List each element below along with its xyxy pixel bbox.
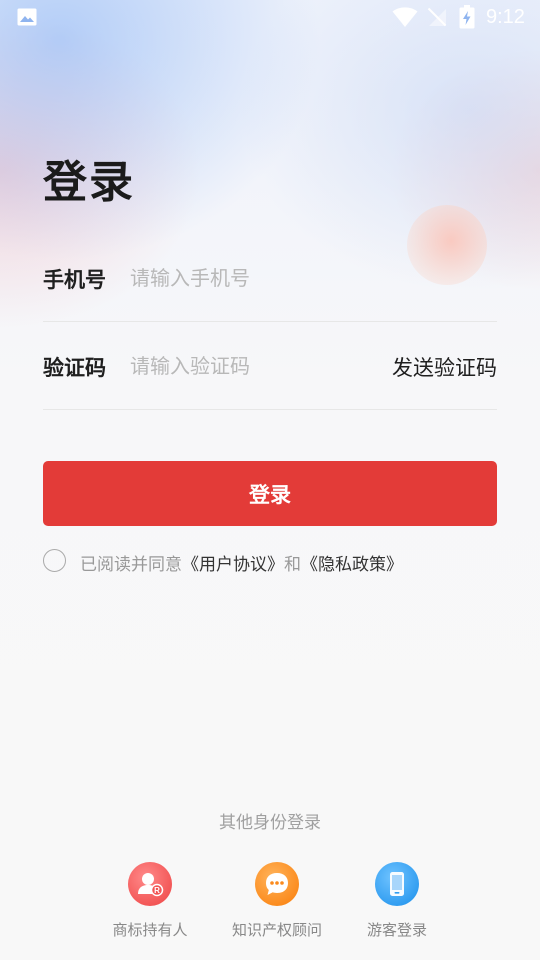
trademark-holder-icon: R [128,862,172,906]
method-label: 游客登录 [366,921,427,939]
chat-bubble-icon [255,862,299,906]
wifi-icon [392,7,418,27]
privacy-policy-link[interactable]: 《隐私政策》 [301,555,403,575]
login-method-ip-consultant[interactable]: 知识产权顾问 [217,862,337,940]
agreement-conjunction: 和 [284,555,301,575]
battery-charging-icon [459,5,475,29]
code-row: 验证码 发送验证码 [43,322,497,410]
phone-input[interactable] [130,258,370,298]
code-input[interactable] [130,346,370,386]
send-code-button[interactable]: 发送验证码 [392,352,497,382]
agreement-text: 已阅读并同意《用户协议》和《隐私政策》 [80,550,403,575]
phone-row: 手机号 [43,234,497,322]
phone-label: 手机号 [43,268,106,292]
page-title: 登录 [43,157,135,208]
agreement-prefix: 已阅读并同意 [80,555,182,575]
no-signal-icon [427,7,447,27]
method-label: 商标持有人 [112,921,188,939]
method-label: 知识产权顾问 [231,921,322,939]
login-method-guest[interactable]: 游客登录 [337,862,457,940]
login-button[interactable]: 登录 [43,461,497,526]
status-time: 9:12 [486,6,525,28]
status-bar: 9:12 [0,0,540,36]
agreement-checkbox[interactable] [43,549,66,572]
user-agreement-link[interactable]: 《用户协议》 [182,555,284,575]
photo-icon [17,8,37,26]
login-method-trademark-holder[interactable]: R 商标持有人 [90,862,210,940]
svg-text:R: R [154,886,160,895]
code-label: 验证码 [43,356,106,380]
other-login-title: 其他身份登录 [219,813,321,833]
phone-icon [375,862,419,906]
